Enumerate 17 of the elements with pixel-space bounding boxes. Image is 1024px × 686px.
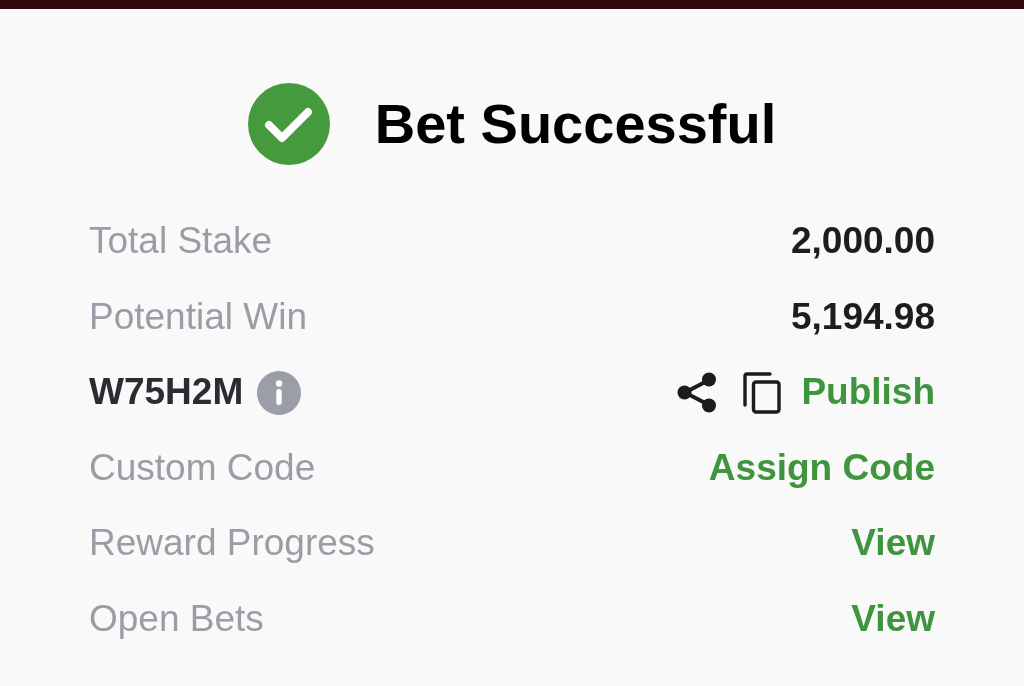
amount-value: 2,000.00 [790, 220, 935, 263]
row-label: Total Stake [89, 220, 273, 263]
row-label: Open Bets [89, 597, 264, 641]
success-title: Bet Successful [374, 92, 777, 155]
action-link[interactable]: View [851, 597, 935, 641]
booking-code: W75H2M [89, 371, 244, 414]
row-label: Potential Win [89, 295, 307, 339]
row-label: Reward Progress [89, 522, 375, 565]
amount-value: 5,194.98 [790, 295, 935, 339]
action-link[interactable]: View [851, 522, 935, 565]
row-label: Custom Code [89, 446, 316, 490]
action-link[interactable]: Assign Code [708, 446, 935, 490]
copy-icon[interactable] [743, 371, 782, 414]
check-circle-icon [247, 82, 330, 165]
share-icon[interactable] [677, 372, 718, 414]
publish-link[interactable]: Publish [801, 371, 935, 414]
info-icon[interactable] [257, 370, 302, 415]
